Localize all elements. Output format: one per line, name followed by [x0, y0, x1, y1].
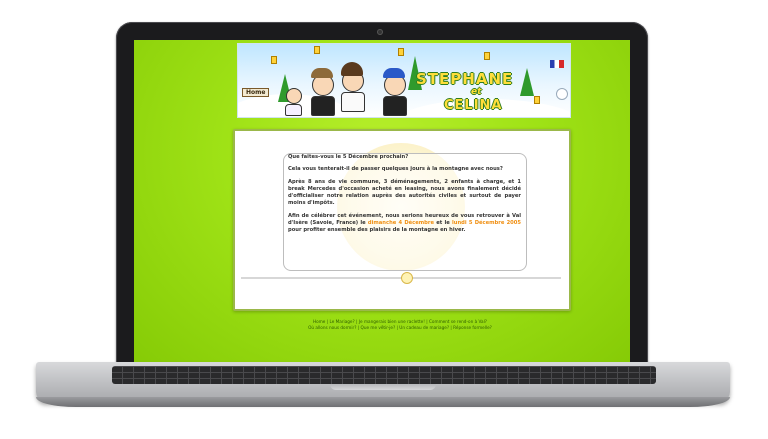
french-flag-icon — [550, 60, 564, 68]
footer-link-gift[interactable]: Un cadeau de mariage? — [399, 325, 449, 330]
webcam-icon — [377, 29, 383, 35]
event-date-1: dimanche 4 Décembre — [367, 220, 434, 227]
ski-flag-icon — [314, 46, 320, 54]
scroll-slider[interactable] — [241, 272, 561, 284]
question-date: Que faites-vous le 5 Décembre prochain? — [288, 154, 409, 160]
footer-link-access[interactable]: Comment se rend-on à Val? — [429, 319, 487, 324]
home-sign-link[interactable]: Home — [242, 88, 270, 97]
question-mountain: Cela vous tenterait-il de passer quelque… — [288, 166, 503, 173]
laptop-screen: Home STEPHANE et CELINA Que faites-vous … — [134, 40, 630, 362]
banner-title-et: et — [471, 87, 482, 97]
event-text-end: pour profiter ensemble des plaisirs de l… — [288, 227, 466, 234]
bride-character-icon — [341, 62, 365, 112]
event-paragraph: Afin de célébrer cet événement, nous ser… — [288, 213, 521, 235]
footer-link-sleep[interactable]: Où allons nous dormir? — [308, 325, 356, 330]
baby-character-icon — [285, 88, 306, 116]
ski-flag-icon — [271, 56, 277, 64]
invitation-text: Que faites-vous le 5 Décembre prochain? … — [288, 154, 521, 240]
banner-title-stephane: STEPHANE — [416, 70, 514, 88]
kid-character-icon — [383, 68, 407, 116]
ski-flag-icon — [398, 48, 404, 56]
ski-flag-icon — [534, 96, 540, 104]
snowman-icon — [556, 88, 568, 100]
lid-notch — [330, 384, 436, 390]
footer-link-rsvp[interactable]: Réponse formelle? — [453, 325, 492, 330]
footer-link-raclette[interactable]: Je mangerais bien une raclette! — [359, 319, 425, 324]
event-text-mid: et le — [433, 220, 452, 227]
site-banner: Home STEPHANE et CELINA — [237, 43, 571, 118]
footer-link-home[interactable]: Home — [313, 319, 325, 324]
ski-flag-icon — [484, 52, 490, 60]
laptop-base-edge — [36, 397, 730, 407]
laptop-lid: Home STEPHANE et CELINA Que faites-vous … — [116, 22, 648, 368]
banner-title-celina: CELINA — [444, 98, 503, 113]
pine-tree-icon — [520, 68, 534, 96]
footer-line-2: Où allons nous dormir? | Que me vêtir-je… — [308, 325, 492, 331]
slider-knob-icon[interactable] — [401, 272, 413, 284]
footer-link-mariage[interactable]: Le Mariage? — [329, 319, 354, 324]
footer-nav: Home | Le Mariage? | Je mangerais bien u… — [233, 319, 567, 331]
event-date-2: lundi 5 Décembre 2005 — [451, 220, 522, 227]
groom-character-icon — [311, 68, 335, 116]
laptop-keyboard — [112, 366, 656, 384]
story-paragraph: Après 8 ans de vie commune, 3 déménageme… — [288, 178, 521, 207]
footer-link-dress[interactable]: Que me vêtir-je? — [361, 325, 396, 330]
content-panel: Que faites-vous le 5 Décembre prochain? … — [233, 129, 571, 311]
